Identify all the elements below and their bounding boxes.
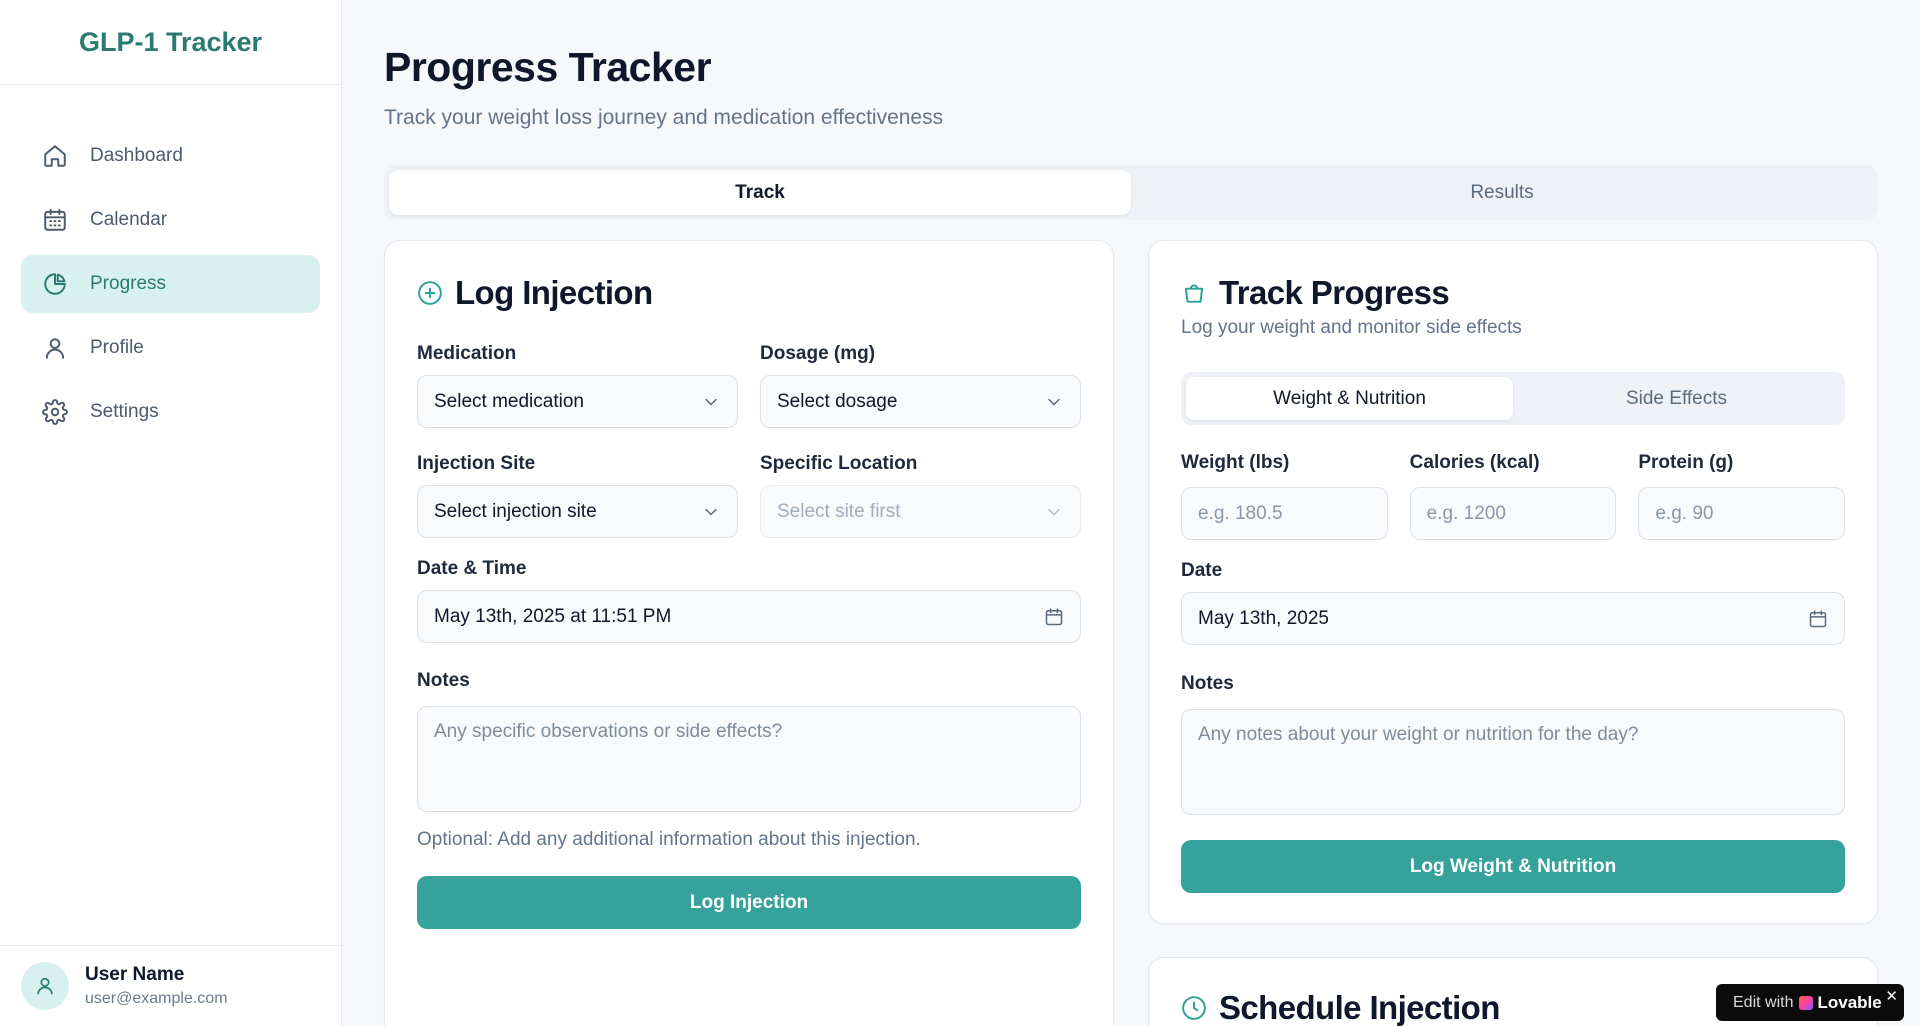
calendar-icon [42,207,68,233]
sidebar-item-progress[interactable]: Progress [21,255,320,313]
specific-location-select[interactable]: Select site first [760,485,1081,538]
protein-input[interactable] [1638,487,1846,540]
track-progress-title: Track Progress [1219,274,1450,311]
edit-with-lovable-badge[interactable]: Edit with Lovable ✕ [1716,984,1904,1021]
tab-results[interactable]: Results [1131,170,1873,215]
track-progress-card: Track Progress Log your weight and monit… [1148,240,1878,924]
date-picker[interactable]: May 13th, 2025 [1181,592,1845,645]
chevron-down-icon [705,508,717,515]
sidebar-item-label: Settings [90,401,159,422]
app: GLP-1 Tracker Dashboard Calendar Progres… [0,0,1920,1026]
user-name: User Name [85,964,185,985]
user-email: user@example.com [85,990,228,1007]
tab-track[interactable]: Track [389,170,1131,215]
chevron-down-icon [1048,398,1060,405]
dosage-select[interactable]: Select dosage [760,375,1081,428]
dosage-label: Dosage (mg) [760,343,876,364]
sidebar: GLP-1 Tracker Dashboard Calendar Progres… [0,0,342,1026]
calendar-icon [1045,607,1063,625]
close-icon[interactable]: ✕ [1885,987,1898,1005]
sidebar-item-label: Progress [90,273,167,294]
specific-location-value: Select site first [777,500,901,522]
calories-label: Calories (kcal) [1409,452,1540,473]
specific-location-label: Specific Location [760,453,918,474]
sidebar-item-label: Dashboard [90,145,183,166]
sidebar-item-settings[interactable]: Settings [21,383,320,441]
plus-circle-icon [417,280,443,306]
user-icon [37,977,53,995]
notes-hint: Optional: Add any additional information… [417,829,921,850]
datetime-value: May 13th, 2025 at 11:51 PM [434,605,672,627]
schedule-injection-title: Schedule Injection [1219,989,1500,1026]
chevron-down-icon [1048,508,1060,515]
clock-icon [1181,995,1207,1021]
avatar [21,962,69,1010]
badge-edit-text: Edit with [1733,993,1794,1011]
tab-weight-nutrition[interactable]: Weight & Nutrition [1186,377,1513,420]
datetime-picker[interactable]: May 13th, 2025 at 11:51 PM [417,590,1081,643]
user-profile-box[interactable]: User Name user@example.com [0,945,342,1026]
injection-site-label: Injection Site [417,453,536,474]
scale-icon [1181,280,1207,306]
progress-notes-label: Notes [1181,673,1234,694]
lovable-logo-icon [1799,995,1814,1010]
home-icon [42,143,68,169]
main-tabs: Track Results [384,165,1878,220]
track-progress-description: Log your weight and monitor side effects [1181,317,1522,338]
weight-label: Weight (lbs) [1181,452,1290,473]
injection-site-select[interactable]: Select injection site [417,485,738,538]
medication-select[interactable]: Select medication [417,375,738,428]
injection-site-value: Select injection site [434,500,597,522]
log-injection-card: Log Injection Medication Select medicati… [384,240,1114,1026]
sidebar-item-dashboard[interactable]: Dashboard [21,127,320,185]
sidebar-item-calendar[interactable]: Calendar [21,191,320,249]
protein-label: Protein (g) [1638,452,1734,473]
dosage-select-value: Select dosage [777,390,898,412]
datetime-label: Date & Time [417,558,527,579]
chevron-down-icon [705,398,717,405]
track-subtabs: Weight & Nutrition Side Effects [1181,372,1845,425]
badge-brand: Lovable [1817,992,1882,1012]
gear-icon [42,399,68,425]
user-icon [42,335,68,361]
log-injection-title: Log Injection [455,274,653,311]
medication-select-value: Select medication [434,390,584,412]
app-title[interactable]: GLP-1 Tracker [0,0,341,85]
sidebar-item-label: Profile [90,337,144,358]
sidebar-nav: Dashboard Calendar Progress Profile Sett… [0,85,341,441]
log-injection-button[interactable]: Log Injection [417,876,1081,929]
sidebar-item-label: Calendar [90,209,168,230]
tab-side-effects[interactable]: Side Effects [1513,377,1840,420]
page-subtitle: Track your weight loss journey and medic… [384,106,944,129]
calories-input[interactable] [1409,487,1617,540]
progress-notes-field[interactable] [1181,709,1845,815]
log-weight-nutrition-button[interactable]: Log Weight & Nutrition [1181,840,1845,893]
injection-notes-field[interactable] [417,706,1081,812]
sidebar-item-profile[interactable]: Profile [21,319,320,377]
weight-input[interactable] [1181,487,1388,540]
date-value: May 13th, 2025 [1198,607,1329,629]
notes-label: Notes [417,670,470,691]
page-title: Progress Tracker [384,44,712,90]
calendar-icon [1809,609,1827,627]
date-label: Date [1181,560,1223,581]
pie-chart-icon [42,271,68,297]
medication-label: Medication [417,343,517,364]
